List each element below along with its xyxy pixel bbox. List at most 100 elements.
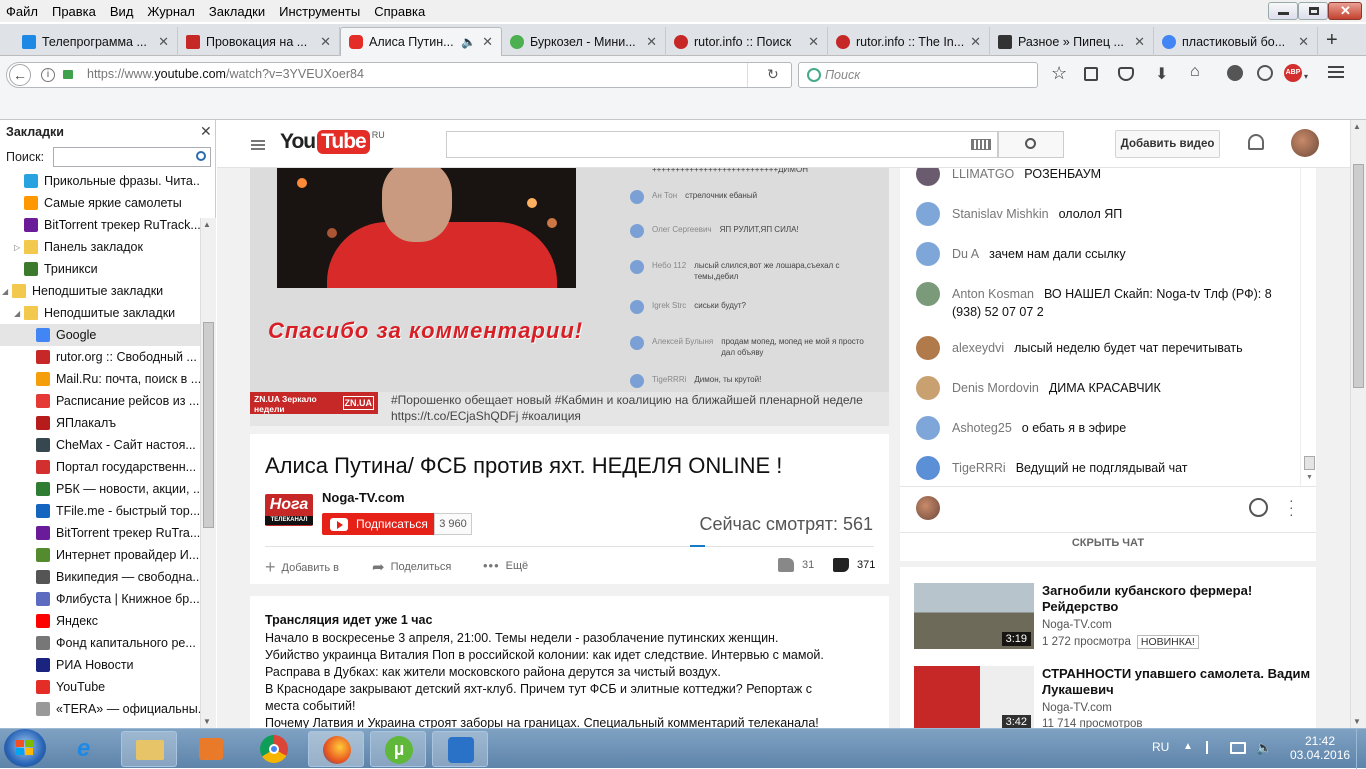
tab-7[interactable]: пластиковый бо... ✕: [1154, 27, 1318, 56]
bookmark-item[interactable]: Прикольные фразы. Чита...: [0, 170, 200, 192]
youtube-logo[interactable]: You Tube RU: [280, 130, 385, 154]
bookmark-item[interactable]: BitTorrent трекер RuTrack...: [0, 214, 200, 236]
related-video-channel[interactable]: Noga-TV.com: [1042, 702, 1112, 714]
related-video[interactable]: 3:19 Загнобили кубанского фермера! Рейдер…: [914, 583, 1314, 649]
related-video-title[interactable]: СТРАННОСТИ упавшего самолета. Вадим Лука…: [1042, 666, 1312, 698]
search-engine-icon[interactable]: [807, 68, 821, 82]
speaker-icon[interactable]: 🔈: [461, 35, 476, 49]
tab-1[interactable]: Провокация на ... ✕: [178, 27, 340, 56]
close-tab-icon[interactable]: ✕: [1298, 34, 1309, 50]
like-button[interactable]: 31: [778, 558, 814, 572]
back-arrow-icon[interactable]: ←: [9, 64, 31, 86]
adblock-icon[interactable]: ABP: [1284, 64, 1302, 82]
yt-search-button[interactable]: [998, 131, 1064, 158]
upload-video-button[interactable]: Добавить видео: [1115, 130, 1220, 158]
restore-button[interactable]: [1298, 2, 1328, 20]
menu-help[interactable]: Справка: [374, 4, 425, 19]
scroll-down-icon[interactable]: ▼: [1306, 474, 1313, 481]
avatar[interactable]: [916, 202, 940, 226]
sidebar-scroll-thumb[interactable]: [203, 322, 214, 528]
bookmark-item[interactable]: Портал государственн...: [0, 456, 200, 478]
show-hidden-icons-icon[interactable]: ▲: [1183, 741, 1193, 752]
related-video-title[interactable]: Загнобили кубанского фермера! Рейдерство: [1042, 583, 1312, 615]
taskbar-app-button[interactable]: [432, 731, 488, 767]
subscribe-button[interactable]: Подписаться: [322, 513, 434, 535]
menu-bookmarks[interactable]: Закладки: [209, 4, 265, 19]
yt-search-input[interactable]: [446, 131, 998, 158]
taskbar-explorer-button[interactable]: [121, 731, 177, 767]
tab-2-active[interactable]: Алиса Путин... 🔈 ✕: [340, 27, 502, 56]
taskbar-chrome-button[interactable]: [246, 731, 302, 767]
show-desktop-button[interactable]: [1356, 729, 1366, 769]
user-avatar[interactable]: [1291, 129, 1319, 157]
avatar[interactable]: [916, 336, 940, 360]
bookmark-item[interactable]: Википедия — свободна...: [0, 566, 200, 588]
scroll-up-icon[interactable]: ▲: [203, 220, 211, 229]
avatar[interactable]: [916, 242, 940, 266]
hamburger-menu-icon[interactable]: [1328, 66, 1344, 78]
bookmark-item[interactable]: Самые яркие самолеты: [0, 192, 200, 214]
menu-edit[interactable]: Правка: [52, 4, 96, 19]
tab-3[interactable]: Буркозел - Мини... ✕: [502, 27, 666, 56]
clock[interactable]: 21:42 03.04.2016: [1290, 734, 1350, 762]
chat-author[interactable]: Du A: [952, 247, 979, 261]
close-tab-icon[interactable]: ✕: [1134, 34, 1145, 50]
close-tab-icon[interactable]: ✕: [970, 34, 981, 50]
close-sidebar-icon[interactable]: ✕: [200, 123, 212, 140]
chat-scroll-thumb[interactable]: [1304, 456, 1315, 470]
channel-name[interactable]: Noga-TV.com: [322, 490, 405, 505]
close-tab-icon[interactable]: ✕: [482, 34, 493, 50]
bookmark-item[interactable]: CheMax - Сайт настоя...: [0, 434, 200, 456]
close-tab-icon[interactable]: ✕: [158, 34, 169, 50]
hide-chat-button[interactable]: СКРЫТЬ ЧАТ: [900, 537, 1316, 549]
bookmark-item[interactable]: Mail.Ru: почта, поиск в ...: [0, 368, 200, 390]
sidebar-scrollbar[interactable]: ▲ ▼: [200, 218, 216, 728]
notifications-bell-icon[interactable]: [1248, 134, 1264, 150]
dropdown-chevron-icon[interactable]: ▾: [1304, 72, 1308, 81]
bookmark-item[interactable]: ◢ Неподшитые закладки: [0, 280, 200, 302]
bookmark-item[interactable]: ЯПлакалъ: [0, 412, 200, 434]
chat-author[interactable]: Stanislav Mishkin: [952, 207, 1049, 221]
sync-icon[interactable]: [1257, 65, 1273, 81]
bookmark-item[interactable]: TFile.me - быстрый тор...: [0, 500, 200, 522]
start-button[interactable]: [4, 729, 46, 767]
avatar[interactable]: [916, 168, 940, 186]
bookmark-star-icon[interactable]: ☆: [1051, 63, 1067, 84]
taskbar-ie-button[interactable]: e: [63, 731, 119, 767]
bookmark-item[interactable]: Флибуста | Книжное бр...: [0, 588, 200, 610]
menu-view[interactable]: Вид: [110, 4, 134, 19]
taskbar-firefox-button[interactable]: [308, 731, 364, 767]
bookmark-item[interactable]: Фонд капитального ре...: [0, 632, 200, 654]
bookmark-item[interactable]: «TERA» — официальны...: [0, 698, 200, 720]
reload-icon[interactable]: ↻: [767, 66, 779, 83]
related-video[interactable]: 3:42 СТРАННОСТИ упавшего самолета. Вадим …: [914, 666, 1314, 728]
close-window-button[interactable]: ✕: [1328, 2, 1362, 20]
close-tab-icon[interactable]: ✕: [320, 34, 331, 50]
dislike-button[interactable]: 371: [833, 558, 875, 572]
video-player[interactable]: Спасибо за комментарии! ++++++++++++++++…: [250, 168, 889, 426]
bookmark-item[interactable]: Расписание рейсов из ...: [0, 390, 200, 412]
avatar[interactable]: [916, 376, 940, 400]
video-thumbnail[interactable]: 3:19: [914, 583, 1034, 649]
bookmark-item[interactable]: rutor.org :: Свободный ...: [0, 346, 200, 368]
bookmark-item[interactable]: YouTube: [0, 676, 200, 698]
page-scroll-thumb[interactable]: [1353, 164, 1364, 388]
avatar[interactable]: [916, 416, 940, 440]
keyboard-icon[interactable]: [971, 139, 991, 150]
bookmark-item[interactable]: РИА Новости: [0, 654, 200, 676]
minimize-button[interactable]: [1268, 2, 1298, 20]
bookmark-item[interactable]: ◢ Неподшитые закладки: [0, 302, 200, 324]
chat-message-input[interactable]: [950, 496, 1230, 520]
url-bar[interactable]: ← i https://www.youtube.com/watch?v=3YVE…: [6, 62, 792, 88]
chat-author[interactable]: Ashoteg25: [952, 421, 1012, 435]
tab-5[interactable]: rutor.info :: The In... ✕: [828, 27, 990, 56]
info-icon[interactable]: i: [41, 68, 55, 82]
emoji-icon[interactable]: [1249, 498, 1268, 517]
channel-logo[interactable]: Нога ТЕЛЕКАНАЛ: [265, 494, 313, 526]
bookmark-item[interactable]: BitTorrent трекер RuTra...: [0, 522, 200, 544]
chat-author[interactable]: Anton Kosman: [952, 287, 1034, 301]
chat-options-dots-icon[interactable]: · · ·: [1289, 493, 1294, 521]
tab-6[interactable]: Разное » Пипец ... ✕: [990, 27, 1154, 56]
menu-tools[interactable]: Инструменты: [279, 4, 360, 19]
chat-author[interactable]: LLIMATGO: [952, 168, 1014, 181]
